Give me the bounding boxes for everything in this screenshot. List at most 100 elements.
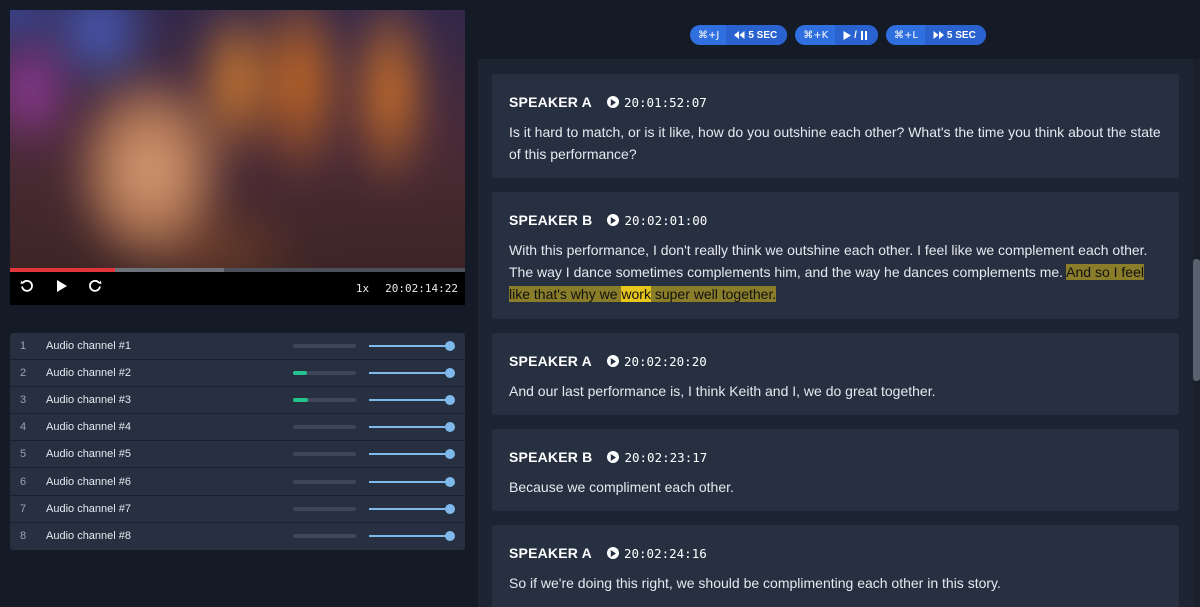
channel-volume-slider[interactable]: [369, 422, 455, 433]
segment-timestamp[interactable]: 20:02:20:20: [624, 354, 707, 369]
slider-track: [369, 480, 450, 483]
segment-text[interactable]: And our last performance is, I think Kei…: [509, 380, 1162, 402]
shortcut-action: 5 SEC: [946, 29, 976, 41]
channel-name: Audio channel #8: [46, 530, 132, 543]
audio-channel-list: 1 Audio channel #1 2 Audio channel #2 3 Audio…: [10, 333, 465, 550]
rewind-icon: [734, 31, 745, 39]
channel-volume-slider[interactable]: [369, 341, 455, 352]
speaker-label[interactable]: SPEAKER B: [509, 449, 592, 465]
transcript-segment[interactable]: SPEAKER B 20:02:23:17 Because we complimen…: [492, 429, 1179, 511]
shortcut-action-group: 5 SEC: [924, 25, 986, 45]
slider-knob[interactable]: [445, 395, 455, 406]
transcript-segment[interactable]: SPEAKER A 20:01:52:07 Is it hard to match,…: [492, 74, 1179, 178]
shortcut-keys: ⌘+L: [893, 29, 918, 41]
segment-text[interactable]: Because we compliment each other.: [509, 476, 1162, 498]
slider-knob[interactable]: [445, 422, 455, 433]
playback-speed[interactable]: 1x: [356, 282, 369, 295]
speaker-label[interactable]: SPEAKER A: [509, 94, 592, 110]
channel-volume-slider[interactable]: [369, 368, 455, 379]
audio-channel-row: 8 Audio channel #8: [10, 522, 465, 550]
slider-track: [369, 345, 450, 348]
play-segment-icon[interactable]: [606, 355, 619, 367]
segment-header: SPEAKER A 20:01:52:07: [509, 94, 1162, 110]
segment-text[interactable]: With this performance, I don't really th…: [509, 239, 1162, 305]
channel-volume-slider[interactable]: [369, 395, 455, 406]
play-icon: [843, 30, 852, 40]
transcript-scrollbar[interactable]: [1193, 59, 1200, 607]
slider-knob[interactable]: [445, 503, 455, 514]
video-frame: [10, 10, 465, 268]
segment-text-run: So if we're doing this right, we should …: [509, 575, 1001, 591]
segment-timestamp[interactable]: 20:02:23:17: [624, 450, 707, 465]
segment-timestamp[interactable]: 20:02:24:16: [624, 546, 707, 561]
shortcut-button-forward[interactable]: ⌘+L 5 SEC: [885, 25, 986, 45]
speaker-label[interactable]: SPEAKER B: [509, 212, 592, 228]
shortcut-button-rewind[interactable]: ⌘+J 5 SEC: [690, 25, 788, 45]
highlighted-text[interactable]: work: [621, 286, 651, 302]
shortcut-keys: ⌘+J: [698, 29, 720, 41]
slider-knob[interactable]: [445, 531, 455, 542]
slider-track: [369, 372, 450, 375]
left-panel: 1x 20:02:14:22 1 Audio channel #1 2 Audio c…: [0, 0, 478, 607]
segment-text-run: Is it hard to match, or is it like, how …: [509, 124, 1161, 162]
play-segment-icon[interactable]: [606, 547, 619, 559]
channel-name: Audio channel #4: [46, 421, 132, 434]
channel-volume-slider[interactable]: [369, 449, 455, 460]
scrollbar-thumb[interactable]: [1193, 259, 1200, 381]
channel-number: 3: [20, 394, 27, 407]
audio-channel-row: 1 Audio channel #1: [10, 333, 465, 361]
channel-name: Audio channel #3: [46, 394, 132, 407]
slider-knob[interactable]: [445, 476, 455, 487]
transcript-segment[interactable]: SPEAKER A 20:02:20:20 And our last perform…: [492, 333, 1179, 415]
replay-icon: [20, 279, 34, 298]
shortcut-action-group: 5 SEC: [726, 25, 788, 45]
fast-forward-icon: [933, 31, 944, 39]
channel-number: 2: [20, 367, 27, 380]
segment-timestamp[interactable]: 20:02:01:00: [624, 213, 707, 228]
slider-knob[interactable]: [445, 449, 455, 460]
play-segment-icon[interactable]: [607, 214, 620, 226]
highlighted-text[interactable]: super well together.: [650, 286, 777, 302]
channel-volume-slider[interactable]: [369, 476, 455, 487]
shortcut-toolbar: ⌘+J 5 SEC ⌘+K / ⌘+L 5 SEC: [690, 25, 986, 45]
audio-channel-row: 3 Audio channel #3: [10, 387, 465, 415]
audio-channel-row: 4 Audio channel #4: [10, 414, 465, 442]
channel-volume-slider[interactable]: [369, 503, 455, 514]
channel-number: 1: [20, 340, 27, 353]
play-button[interactable]: [44, 272, 78, 305]
channel-level-meter: [293, 452, 356, 457]
channel-level-fill: [293, 371, 307, 376]
shortcut-button-play-pause[interactable]: ⌘+K /: [795, 25, 878, 45]
segment-text[interactable]: So if we're doing this right, we should …: [509, 572, 1162, 594]
play-icon: [55, 279, 68, 298]
segment-header: SPEAKER B 20:02:23:17: [509, 449, 1162, 465]
player-controls: 1x 20:02:14:22: [10, 272, 465, 305]
play-segment-icon[interactable]: [606, 96, 619, 108]
app: 1x 20:02:14:22 1 Audio channel #1 2 Audio c…: [0, 0, 1200, 607]
transcript-segment[interactable]: SPEAKER B 20:02:01:00 With this performanc…: [492, 192, 1179, 319]
segment-timestamp[interactable]: 20:01:52:07: [624, 95, 707, 110]
forward-icon: [88, 279, 102, 298]
channel-name: Audio channel #5: [46, 448, 132, 461]
speaker-label[interactable]: SPEAKER A: [509, 353, 592, 369]
segment-header: SPEAKER A 20:02:20:20: [509, 353, 1162, 369]
forward-button[interactable]: [78, 272, 112, 305]
channel-level-fill: [293, 398, 309, 403]
channel-level-meter: [293, 425, 356, 430]
play-segment-icon[interactable]: [607, 451, 620, 463]
channel-level-meter: [293, 398, 356, 403]
channel-number: 5: [20, 448, 27, 461]
channel-volume-slider[interactable]: [369, 531, 455, 542]
speaker-label[interactable]: SPEAKER A: [509, 545, 592, 561]
replay-button[interactable]: [10, 272, 44, 305]
slider-track: [369, 399, 450, 402]
slider-knob[interactable]: [445, 368, 455, 379]
slider-knob[interactable]: [445, 341, 455, 352]
pause-icon: [860, 30, 868, 40]
segment-text[interactable]: Is it hard to match, or is it like, how …: [509, 121, 1162, 165]
transcript-segment[interactable]: SPEAKER A 20:02:24:16 So if we're doing th…: [492, 525, 1179, 607]
audio-channel-row: 6 Audio channel #6: [10, 468, 465, 496]
video-preview[interactable]: [10, 10, 465, 268]
channel-number: 7: [20, 502, 27, 515]
channel-level-meter: [293, 534, 356, 539]
